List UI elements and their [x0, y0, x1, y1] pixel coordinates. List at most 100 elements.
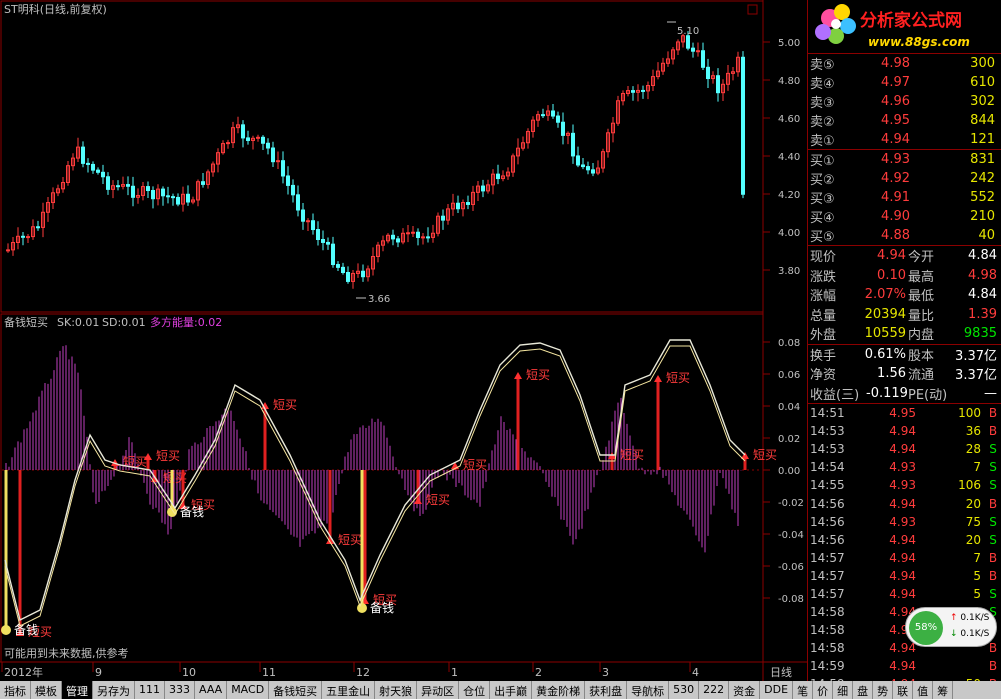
toolbar-tab[interactable]: 盘: [853, 681, 874, 699]
toolbar-tab[interactable]: 获利盘: [585, 681, 628, 699]
toolbar-tab[interactable]: 出手巅: [490, 681, 533, 699]
quote-key: 最高: [908, 269, 935, 285]
candlestick: [281, 160, 285, 177]
quote-key: 收益(三): [810, 387, 860, 403]
indicator-tick-label: -0.06: [778, 562, 804, 573]
toolbar-tab[interactable]: 细: [833, 681, 854, 699]
quote-value: 10559: [864, 326, 906, 342]
chart-area[interactable]: 5.00 4.80 4.60 4.40 4.20 4.00 3.80 0.08 0.06 0.0…: [0, 0, 807, 681]
tick-direction: S: [989, 478, 997, 493]
toolbar-tab[interactable]: 筹: [933, 681, 954, 699]
toolbar-tab[interactable]: 异动区: [417, 681, 460, 699]
candlestick: [131, 185, 135, 198]
order-book-row[interactable]: 卖② 4.95 844: [808, 111, 1001, 130]
tick-row[interactable]: 14:55 4.93 106 S: [808, 476, 1001, 494]
tick-time: 14:59: [810, 659, 845, 674]
level-label: 买③: [810, 192, 835, 207]
order-book-row[interactable]: 买④ 4.90 210: [808, 207, 1001, 226]
tick-price: 4.94: [889, 496, 916, 511]
order-book-row[interactable]: 买⑤ 4.88 40: [808, 226, 1001, 245]
sk-line: [4, 339, 746, 622]
toolbar-tab[interactable]: 仓位: [459, 681, 491, 699]
order-book-row[interactable]: 卖① 4.94 121: [808, 130, 1001, 149]
toolbar-tab[interactable]: DDE: [760, 681, 794, 699]
order-book-row[interactable]: 卖④ 4.97 610: [808, 73, 1001, 92]
candlestick: [586, 166, 590, 171]
order-book-row[interactable]: 买③ 4.91 552: [808, 188, 1001, 207]
candlestick: [426, 236, 430, 239]
tick-price: 4.93: [889, 460, 916, 475]
level-label: 买②: [810, 173, 835, 188]
candlestick: [296, 194, 300, 211]
speed-gauge[interactable]: 58% ↑ 0.1K/S ↓ 0.1K/S: [905, 607, 997, 647]
tick-volume: 100: [958, 406, 981, 421]
candlestick: [166, 195, 170, 198]
candlestick: [441, 215, 445, 221]
toolbar-tab[interactable]: 管理: [62, 681, 93, 699]
tick-row[interactable]: 14:53 4.94 28 S: [808, 440, 1001, 458]
toolbar-tab[interactable]: MACD: [227, 681, 270, 699]
toolbar-tab[interactable]: 黄金阶梯: [532, 681, 586, 699]
candlestick: [576, 155, 580, 166]
tick-time: 14:51: [810, 406, 845, 421]
toolbar-tab[interactable]: 111: [135, 681, 165, 699]
price-panel-frame: [0, 0, 764, 313]
toolbar-tab[interactable]: 备钱短买: [269, 681, 323, 699]
toolbar-tab[interactable]: 指标: [0, 681, 31, 699]
flower-logo-icon: [815, 4, 856, 44]
order-book-row[interactable]: 买② 4.92 242: [808, 169, 1001, 188]
price-tick-label: 4.00: [778, 228, 800, 239]
toolbar-tab[interactable]: 模板: [31, 681, 62, 699]
x-axis-label: 1: [451, 666, 458, 679]
toolbar-tab[interactable]: 导航标: [627, 681, 670, 699]
tick-row[interactable]: 14:57 4.94 5 B: [808, 567, 1001, 585]
tick-row[interactable]: 14:57 4.94 5 S: [808, 585, 1001, 603]
order-book-row[interactable]: 卖⑤ 4.98 300: [808, 54, 1001, 73]
tick-row[interactable]: 14:53 4.94 36 B: [808, 422, 1001, 440]
order-book-row[interactable]: 卖③ 4.96 302: [808, 92, 1001, 111]
tick-row[interactable]: 14:59 4.94 B: [808, 657, 1001, 675]
toolbar-tab[interactable]: 势: [873, 681, 894, 699]
toolbar-tab[interactable]: 笔: [793, 681, 814, 699]
level-volume: 300: [970, 56, 995, 71]
candlestick: [311, 220, 315, 231]
candlestick: [286, 175, 290, 186]
quote-row: 总量 20394 量比 1.39: [808, 305, 1001, 325]
toolbar-tab[interactable]: 530: [669, 681, 700, 699]
period-label[interactable]: 日线: [770, 665, 792, 679]
candlestick: [241, 124, 245, 139]
tick-volume: 20: [965, 496, 981, 511]
level-price: 4.96: [881, 94, 910, 109]
toolbar-tab[interactable]: AAA: [195, 681, 228, 699]
level-volume: 242: [970, 171, 995, 186]
maximize-icon[interactable]: [747, 4, 758, 15]
toolbar-tab[interactable]: 价: [813, 681, 834, 699]
toolbar-tab[interactable]: 射天狼: [375, 681, 418, 699]
toolbar-tab[interactable]: 联: [893, 681, 914, 699]
tick-row[interactable]: 14:57 4.94 7 B: [808, 549, 1001, 567]
quote-key: 现价: [810, 250, 837, 266]
quote-row: 现价 4.94 今开 4.84: [808, 246, 1001, 266]
toolbar-tab[interactable]: 222: [699, 681, 730, 699]
tick-time: 14:56: [810, 532, 845, 547]
toolbar-tab[interactable]: 另存为: [93, 681, 135, 699]
tick-row[interactable]: 14:54 4.93 7 S: [808, 458, 1001, 476]
tick-row[interactable]: 14:56 4.93 75 S: [808, 513, 1001, 531]
toolbar-tab[interactable]: 五里金山: [322, 681, 376, 699]
level-volume: 121: [970, 132, 995, 147]
candlestick: [551, 110, 555, 117]
buy-signal-label: 短买: [526, 368, 550, 382]
tick-direction: S: [989, 442, 997, 457]
tick-row[interactable]: 14:56 4.94 20 B: [808, 494, 1001, 512]
tick-direction: B: [988, 568, 998, 583]
toolbar-tab[interactable]: 资金: [729, 681, 761, 699]
x-axis-label: 4: [692, 666, 699, 679]
tick-row[interactable]: 14:51 4.95 100 B: [808, 404, 1001, 422]
quote-summary: 现价 4.94 今开 4.84 涨跌 0.10 最高 4.98 涨幅 2.07% 最低 4.84 总量 2…: [808, 245, 1001, 344]
toolbar-tab[interactable]: 值: [913, 681, 934, 699]
sk-value: SK:0.01: [57, 316, 99, 329]
gauge-percent: 58%: [909, 611, 943, 645]
order-book-row[interactable]: 买① 4.93 831: [808, 150, 1001, 169]
tick-row[interactable]: 14:56 4.94 20 S: [808, 531, 1001, 549]
toolbar-tab[interactable]: 333: [165, 681, 195, 699]
